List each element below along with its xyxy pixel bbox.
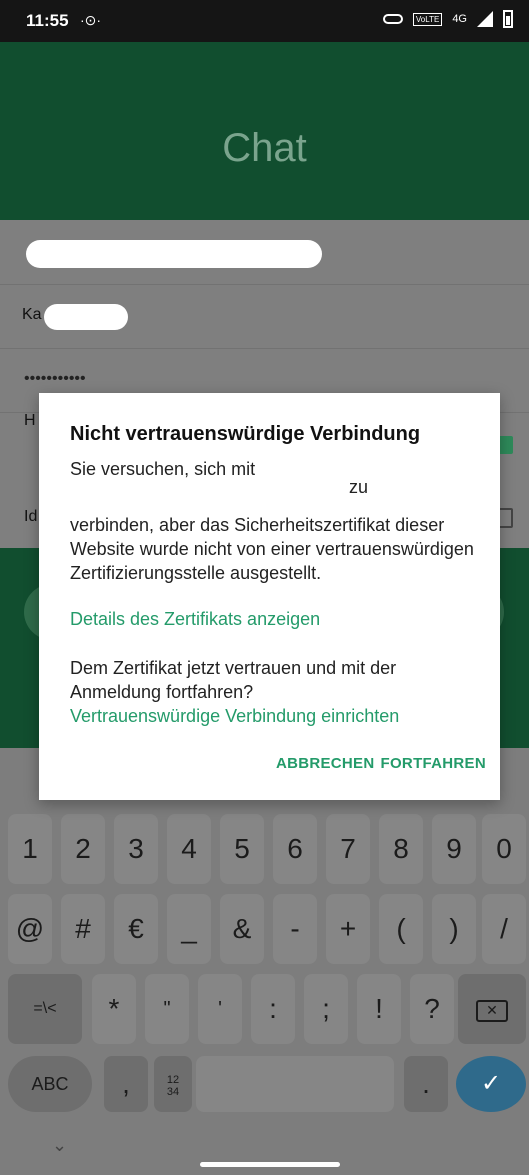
- status-icons: VoLTE 4G: [382, 10, 513, 28]
- key-3[interactable]: 3: [114, 814, 158, 884]
- key-backspace[interactable]: ✕: [458, 974, 526, 1044]
- dialog-message-start: Sie versuchen, sich mit: [70, 459, 256, 479]
- keyboard: 1 2 3 4 5 6 7 8 9 0 @ # € _ & - + ( ) / …: [0, 748, 529, 1175]
- show-certificate-details-link[interactable]: Details des Zertifikats anzeigen: [70, 609, 320, 630]
- key-9[interactable]: 9: [432, 814, 476, 884]
- signal-icon: [477, 11, 493, 27]
- backspace-icon: ✕: [476, 999, 508, 1022]
- volte-icon: VoLTE: [412, 12, 443, 26]
- key-6[interactable]: 6: [273, 814, 317, 884]
- status-time: 11:55: [26, 11, 69, 30]
- option-label-2: Id: [24, 508, 38, 525]
- dialog-actions: ABBRECHEN FORTFAHREN: [276, 755, 486, 772]
- home-indicator[interactable]: [200, 1162, 340, 1167]
- key-exclamation[interactable]: !: [357, 974, 401, 1044]
- status-bar: 11:55 ·⊙· VoLTE 4G: [0, 0, 529, 42]
- key-at[interactable]: @: [8, 894, 52, 964]
- key-apostrophe[interactable]: ': [198, 974, 242, 1044]
- key-close-paren[interactable]: ): [432, 894, 476, 964]
- password-value: •••••••••••: [24, 370, 86, 387]
- redacted-value: [26, 240, 322, 268]
- battery-icon: [503, 10, 513, 28]
- key-plus[interactable]: +: [326, 894, 370, 964]
- key-1[interactable]: 1: [8, 814, 52, 884]
- dialog-title: Nicht vertrauenswürdige Verbindung: [70, 423, 421, 445]
- dialog-question: Dem Zertifikat jetzt vertrauen und mit d…: [70, 658, 397, 702]
- status-dots: ·⊙·: [80, 12, 102, 28]
- key-2[interactable]: 2: [61, 814, 105, 884]
- key-minus[interactable]: -: [273, 894, 317, 964]
- continue-button[interactable]: FORTFAHREN: [381, 755, 487, 772]
- redacted-server-url: [70, 483, 390, 511]
- key-euro[interactable]: €: [114, 894, 158, 964]
- key-7[interactable]: 7: [326, 814, 370, 884]
- key-colon[interactable]: :: [251, 974, 295, 1044]
- username-partial: Ka: [22, 306, 42, 323]
- dialog-message-body: verbinden, aber das Sicherheitszertifika…: [70, 515, 474, 583]
- key-question[interactable]: ?: [410, 974, 454, 1044]
- key-8[interactable]: 8: [379, 814, 423, 884]
- app-title: Chat: [222, 126, 307, 170]
- setup-trusted-connection-link[interactable]: Vertrauenswürdige Verbindung einrichten: [70, 706, 399, 727]
- network-type: 4G: [452, 13, 467, 25]
- key-comma[interactable]: ,: [104, 1056, 148, 1112]
- app-header: Chat: [0, 42, 529, 220]
- key-4[interactable]: 4: [167, 814, 211, 884]
- key-slash[interactable]: /: [482, 894, 526, 964]
- key-ampersand[interactable]: &: [220, 894, 264, 964]
- cancel-button[interactable]: ABBRECHEN: [276, 755, 375, 772]
- key-symbols-page[interactable]: =\<: [8, 974, 82, 1044]
- key-5[interactable]: 5: [220, 814, 264, 884]
- option-label-1: H: [24, 412, 36, 429]
- key-abc[interactable]: ABC: [8, 1056, 92, 1112]
- server-field[interactable]: [0, 220, 529, 285]
- key-hash[interactable]: #: [61, 894, 105, 964]
- redacted-username: [44, 304, 128, 330]
- key-period[interactable]: .: [404, 1056, 448, 1112]
- key-double-quote[interactable]: ": [145, 974, 189, 1044]
- hide-keyboard-icon[interactable]: ⌄: [52, 1135, 67, 1156]
- key-semicolon[interactable]: ;: [304, 974, 348, 1044]
- key-asterisk[interactable]: *: [92, 974, 136, 1044]
- key-numpad[interactable]: 12 34: [154, 1056, 192, 1112]
- dialog-message-zu: zu: [349, 477, 369, 497]
- username-field[interactable]: Ka: [0, 284, 529, 349]
- key-underscore[interactable]: _: [167, 894, 211, 964]
- key-enter[interactable]: ✓: [456, 1056, 526, 1112]
- untrusted-connection-dialog: Nicht vertrauenswürdige Verbindung Sie v…: [39, 393, 500, 800]
- key-space[interactable]: [196, 1056, 394, 1112]
- vpn-key-icon: [382, 14, 403, 24]
- key-0[interactable]: 0: [482, 814, 526, 884]
- key-open-paren[interactable]: (: [379, 894, 423, 964]
